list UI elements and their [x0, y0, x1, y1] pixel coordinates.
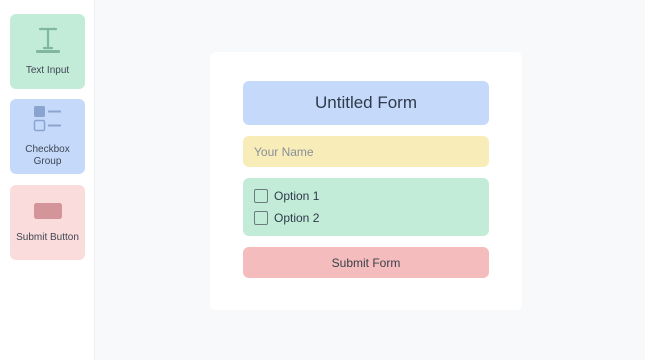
component-palette: Text Input Checkbox Group Submit Button [0, 0, 95, 360]
palette-item-text-input[interactable]: Text Input [10, 14, 85, 89]
button-icon [33, 201, 63, 226]
form-canvas: Untitled Form Option 1 Option 2 Submit F… [210, 52, 522, 310]
submit-form-button[interactable]: Submit Form [243, 247, 489, 278]
checkbox-group: Option 1 Option 2 [243, 178, 489, 236]
checkbox[interactable] [254, 211, 268, 225]
text-icon [33, 26, 63, 59]
palette-item-submit-button[interactable]: Submit Button [10, 185, 85, 260]
palette-item-label: Checkbox Group [25, 144, 70, 167]
checkbox-list-icon [33, 105, 63, 138]
checkbox-option[interactable]: Option 1 [254, 189, 319, 203]
name-field[interactable] [243, 136, 489, 167]
palette-item-label: Submit Button [16, 232, 79, 243]
palette-item-checkbox-group[interactable]: Checkbox Group [10, 99, 85, 174]
form-title[interactable]: Untitled Form [243, 81, 489, 125]
checkbox[interactable] [254, 189, 268, 203]
palette-item-label: Text Input [25, 65, 70, 76]
checkbox-label: Option 1 [274, 189, 320, 203]
checkbox-label: Option 2 [274, 211, 320, 225]
checkbox-option[interactable]: Option 2 [254, 211, 319, 225]
